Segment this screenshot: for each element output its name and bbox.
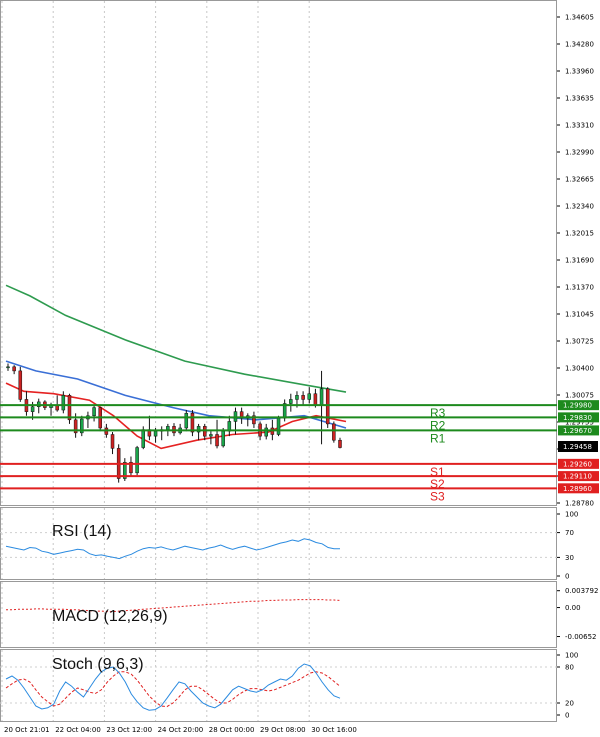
x-tick-label: 29 Oct 08:00 <box>260 726 306 734</box>
chart-canvas: 1.34605 1.34280 1.33960 1.33635 1.33310 1.329… <box>0 0 599 734</box>
y-tick-label: 1.30725 <box>565 338 594 346</box>
candle-body <box>92 407 96 416</box>
y-tick-label: 1.33635 <box>565 95 594 103</box>
candle-body <box>153 430 158 437</box>
stoch-tick-label: 20 <box>565 700 574 708</box>
x-tick-label: 23 Oct 12:00 <box>106 726 152 734</box>
y-tick-label: 1.31370 <box>565 284 594 292</box>
macd-tick-label: 0.003792 <box>565 587 598 595</box>
level-value: 1.29260 <box>563 460 592 468</box>
candle-body <box>215 434 219 447</box>
level-name: R1 <box>430 431 446 445</box>
y-tick-label: 1.33960 <box>565 68 594 76</box>
candle-body <box>30 406 35 412</box>
x-tick-label: 22 Oct 04:00 <box>55 726 101 734</box>
y-tick-label: 1.34605 <box>565 14 594 22</box>
candle-body <box>276 417 281 435</box>
candle-body <box>135 447 139 474</box>
macd-tick-label: 0.00 <box>565 604 581 612</box>
y-tick-label: 1.32990 <box>565 149 594 157</box>
candle-body <box>319 388 324 406</box>
rsi-line <box>5 538 340 560</box>
y-tick-label: 1.32340 <box>565 203 594 211</box>
rsi-tick-label: 30 <box>565 554 574 562</box>
stoch-title: Stoch (9,6,3) <box>52 656 144 673</box>
candle-body <box>313 393 318 406</box>
y-tick-label: 1.34280 <box>565 41 594 49</box>
x-tick-label: 30 Oct 16:00 <box>311 726 357 734</box>
y-tick-label: 1.31690 <box>565 257 594 265</box>
last-price-label: 1.29458 <box>563 443 592 451</box>
candle-body <box>184 413 189 429</box>
candle-body <box>289 399 293 404</box>
candle-body <box>61 395 66 411</box>
candle-body <box>221 430 225 447</box>
candle-body <box>325 388 330 425</box>
candle-body <box>295 395 299 400</box>
candle-body <box>67 395 72 421</box>
rsi-title: RSI (14) <box>52 523 112 540</box>
x-tick-label: 28 Oct 00:00 <box>209 726 255 734</box>
last-price-tag: 1.29458 <box>558 441 598 452</box>
candle-body <box>332 423 336 441</box>
x-tick-label: 24 Oct 20:00 <box>158 726 204 734</box>
panel-titles: RSI (14) MACD (12,26,9) Stoch (9,6,3) <box>52 523 168 673</box>
stoch-tick-label: 0 <box>565 712 569 720</box>
candle-body <box>6 366 10 369</box>
y-tick-label: 1.30400 <box>565 365 594 373</box>
y-axis-indicators: 100 70 30 0 0.003792 0.00 -0.00652 100 80 20 0 <box>557 511 598 720</box>
candle-body <box>190 413 195 433</box>
rsi-tick-label: 100 <box>565 511 578 519</box>
stoch-tick-label: 80 <box>565 664 574 672</box>
candle-body <box>110 434 115 449</box>
level-name: S3 <box>430 489 445 503</box>
candle-body <box>18 370 23 400</box>
moving-averages <box>5 284 347 450</box>
stoch-tick-label: 100 <box>565 652 578 660</box>
rsi-tick-label: 70 <box>565 529 574 537</box>
y-tick-label: 1.30075 <box>565 392 594 400</box>
y-tick-label: 1.31045 <box>565 311 594 319</box>
x-tick-label: 20 Oct 21:01 <box>4 726 50 734</box>
y-tick-label: 1.28780 <box>565 500 594 508</box>
macd-tick-label: -0.00652 <box>565 633 596 641</box>
y-tick-label: 1.32015 <box>565 230 594 238</box>
candle-body <box>264 427 268 437</box>
macd-title: MACD (12,26,9) <box>52 608 168 625</box>
level-value: 1.28960 <box>563 485 592 493</box>
rsi-tick-label: 0 <box>565 573 569 581</box>
x-axis: 20 Oct 21:01 22 Oct 04:00 23 Oct 12:00 24 O… <box>4 726 357 734</box>
y-tick-label: 1.32665 <box>565 176 594 184</box>
y-tick-label: 1.33310 <box>565 122 594 130</box>
level-value: 1.29980 <box>563 402 592 410</box>
candle-body <box>307 393 312 400</box>
candle-body <box>12 366 16 372</box>
level-value: 1.29670 <box>563 427 592 435</box>
level-value: 1.29110 <box>563 473 592 481</box>
candle-body <box>301 395 305 400</box>
candle-body <box>166 426 170 430</box>
level-value: 1.29830 <box>563 414 592 422</box>
ma-line <box>5 284 347 393</box>
candle-body <box>141 429 146 448</box>
candle-body <box>338 439 342 448</box>
candle-body <box>209 434 213 437</box>
